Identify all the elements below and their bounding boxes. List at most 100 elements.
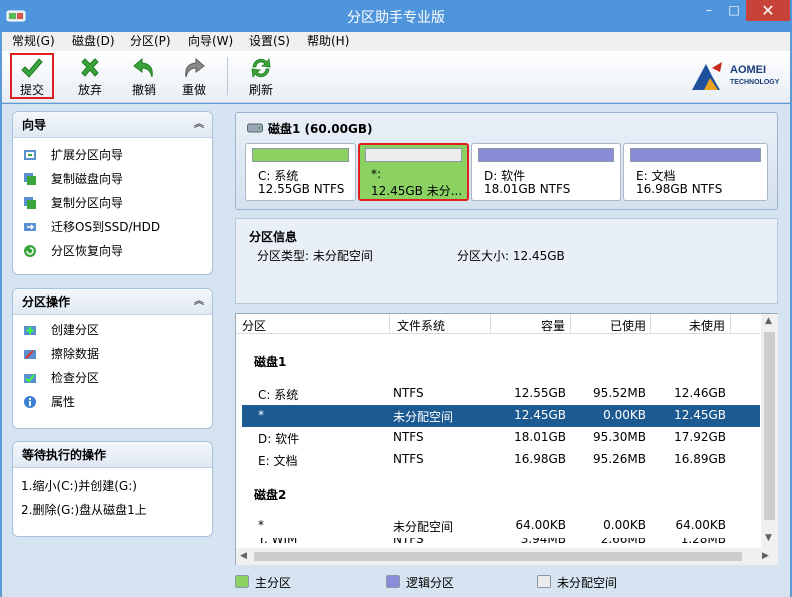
cell-free: 17.92GB [674,430,726,444]
disk-group-label: 磁盘2 [254,488,287,502]
legend-swatch [386,575,400,588]
partition-size: 12.45GB 未分... [371,184,463,198]
column-header-filesystem[interactable]: 文件系统 [397,317,445,334]
partition-usage-bar [365,148,462,162]
copy-partition-icon [24,197,36,209]
close-button[interactable]: ✕ [746,0,790,21]
cell-free: 16.89GB [674,452,726,466]
column-separator[interactable] [730,314,731,334]
cell-capacity: 3.94MB [520,538,566,546]
column-separator[interactable] [650,314,651,334]
discard-button[interactable]: 放弃 [68,53,112,99]
wizard-item-label: 迁移OS到SSD/HDD [51,220,161,234]
check-partition-icon [24,374,36,383]
undo-arrow-icon [133,57,153,78]
partition-usage-bar [252,148,349,162]
wizard-item-label: 复制磁盘向导 [51,172,124,186]
cell-partition: C: 系统 [258,388,299,402]
wizard-item-label: 复制分区向导 [51,196,124,210]
row-clip: Y: WIM NTFS 3.94MB 2.66MB 1.28MB [236,538,760,548]
refresh-icon [251,57,271,79]
minimize-icon: – [706,3,712,17]
menu-disk[interactable]: 磁盘(D) [72,33,115,50]
op-item-label: 检查分区 [51,371,100,385]
menu-settings[interactable]: 设置(S) [249,33,290,50]
maximize-button[interactable]: □ [722,0,746,21]
partition-size: 18.01GB NTFS [484,182,571,196]
wizard-panel-title: 向导 [22,118,47,132]
scrollbar-thumb[interactable] [764,332,775,520]
op-item-label: 创建分区 [51,323,100,337]
partition-card-e[interactable]: E: 文档 16.98GB NTFS [623,143,768,201]
partition-ops-header[interactable]: 分区操作 ︽ [13,289,212,315]
minimize-button[interactable]: – [696,0,722,21]
column-header-free[interactable]: 未使用 [689,317,725,334]
table-row[interactable]: Y: WIM NTFS 3.94MB 2.66MB 1.28MB [242,538,760,548]
legend-label: 逻辑分区 [406,576,455,590]
undo-button[interactable]: 撤销 [122,53,166,99]
pending-ops-header: 等待执行的操作 [13,442,212,468]
redo-label: 重做 [181,83,206,97]
refresh-button[interactable]: 刷新 [239,53,283,99]
partition-ops-panel: 分区操作 ︽ 创建分区 擦除数据 检查分区 属性 [12,288,213,429]
cell-filesystem: NTFS [393,386,424,400]
vertical-scrollbar[interactable]: ▲ ▼ [761,314,778,548]
cell-used: 0.00KB [603,408,646,422]
table-row-selected[interactable]: * 未分配空间 12.45GB 0.00KB 12.45GB [242,405,760,427]
column-header-partition[interactable]: 分区 [242,317,266,334]
collapse-icon[interactable]: ︽ [194,289,204,315]
menu-bar: 常规(G) 磁盘(D) 分区(P) 向导(W) 设置(S) 帮助(H) [2,32,790,51]
menu-wizard[interactable]: 向导(W) [188,33,233,50]
cell-used: 95.52MB [593,386,646,400]
cell-capacity: 16.98GB [514,452,566,466]
scroll-right-icon[interactable]: ▶ [762,551,769,561]
submit-button[interactable]: 提交 [10,53,54,99]
list-header: 分区 文件系统 容量 已使用 未使用 [236,314,760,334]
wizard-panel-header[interactable]: 向导 ︽ [13,112,212,138]
menu-help[interactable]: 帮助(H) [307,33,349,50]
cell-used: 95.30MB [593,430,646,444]
column-separator[interactable] [570,314,571,334]
table-row[interactable]: E: 文档 NTFS 16.98GB 95.26MB 16.89GB [242,449,760,471]
logo-text: AOMEI [730,64,767,76]
pending-ops-title: 等待执行的操作 [22,448,107,462]
collapse-icon[interactable]: ︽ [194,112,204,138]
partition-card-d[interactable]: D: 软件 18.01GB NTFS [471,143,621,201]
column-separator[interactable] [389,314,390,334]
redo-button[interactable]: 重做 [172,53,216,99]
disk-title: 磁盘1 (60.00GB) [268,122,373,136]
pending-ops-panel: 等待执行的操作 1.缩小(C:)并创建(G:) 2.删除(G:)盘从磁盘1上 [12,441,213,537]
cell-partition: D: 软件 [258,432,300,446]
cell-filesystem: 未分配空间 [393,520,454,534]
partition-card-unallocated[interactable]: *: 12.45GB 未分... [358,143,469,201]
scroll-down-icon[interactable]: ▼ [765,533,772,543]
disk-group-label: 磁盘1 [254,355,287,369]
table-row[interactable]: C: 系统 NTFS 12.55GB 95.52MB 12.46GB [242,383,760,405]
partition-card-c[interactable]: C: 系统 12.55GB NTFS [245,143,356,201]
redo-arrow-icon [185,57,205,78]
create-partition-icon [24,326,36,335]
copy-disk-icon [24,173,36,185]
cell-used: 2.66MB [600,538,646,546]
table-row[interactable]: D: 软件 NTFS 18.01GB 95.30MB 17.92GB [242,427,760,449]
hard-disk-icon [247,123,263,133]
table-row[interactable]: * 未分配空间 64.00KB 0.00KB 64.00KB [242,515,760,537]
legend-label: 主分区 [255,576,292,590]
scroll-left-icon[interactable]: ◀ [240,551,247,561]
scroll-up-icon[interactable]: ▲ [765,316,772,326]
menu-partition[interactable]: 分区(P) [130,33,171,50]
horizontal-scrollbar[interactable]: ◀ ▶ [236,548,778,565]
column-header-capacity[interactable]: 容量 [541,317,565,334]
app-icon [6,10,26,22]
column-separator[interactable] [490,314,491,334]
menu-general[interactable]: 常规(G) [12,33,55,50]
checkmark-icon [21,58,43,78]
submit-label: 提交 [19,83,44,97]
column-header-used[interactable]: 已使用 [610,317,646,334]
refresh-label: 刷新 [248,83,273,97]
scrollbar-thumb[interactable] [254,552,742,561]
partition-type-text: 分区类型: 未分配空间 [257,249,373,263]
wizard-item-label: 扩展分区向导 [51,148,124,162]
legend-swatch [235,575,249,588]
partition-list: 分区 文件系统 容量 已使用 未使用 磁盘1 C: 系统 NTFS 12.55G… [235,313,778,565]
